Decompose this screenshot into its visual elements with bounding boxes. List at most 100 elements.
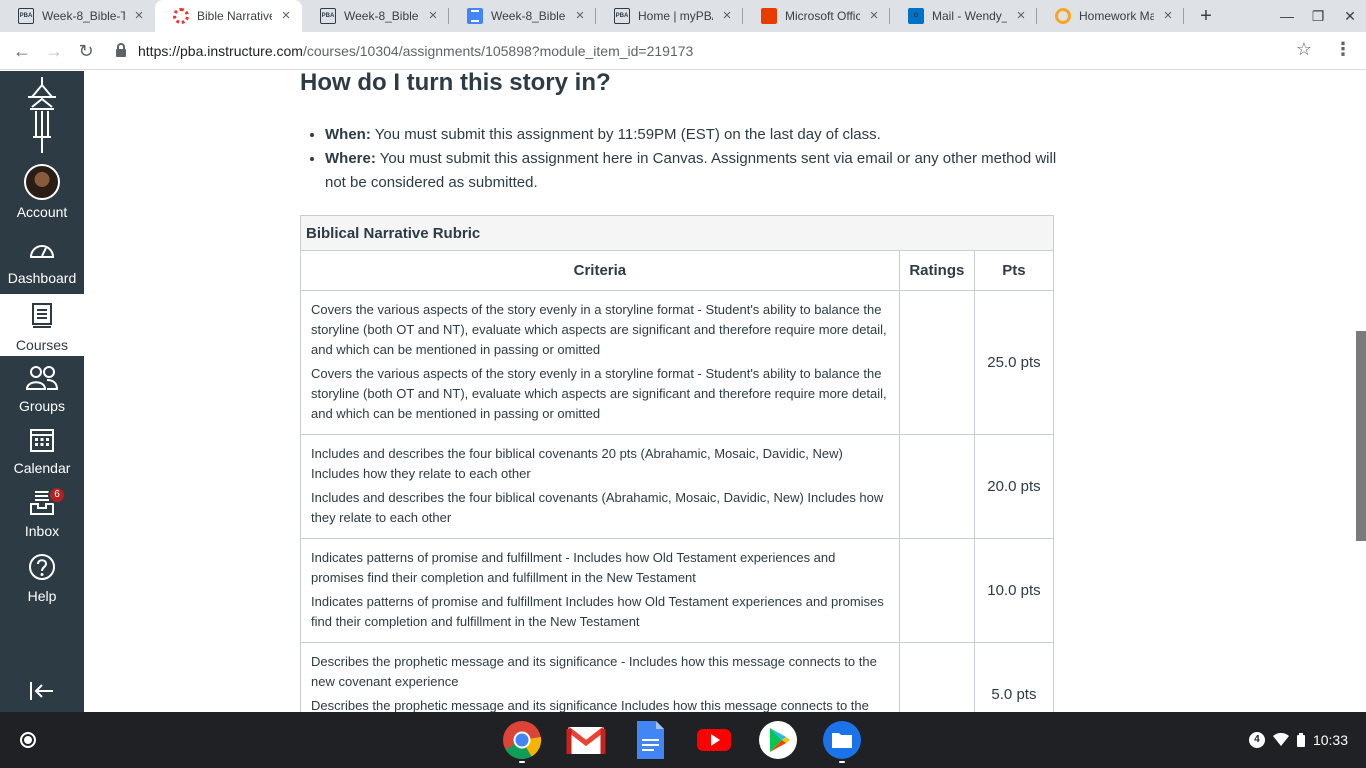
groups-icon	[25, 366, 59, 390]
tab-title: Homework Ma	[1079, 9, 1154, 23]
column-header-pts: Pts	[973, 250, 1055, 291]
google-docs-icon[interactable]	[630, 720, 670, 760]
tab-title: Mail - Wendy_L	[932, 9, 1007, 23]
new-tab-button[interactable]: +	[1196, 4, 1216, 28]
criterion-long-description: Describes the prophetic message and its …	[311, 698, 869, 712]
close-icon[interactable]: ×	[425, 8, 441, 24]
bullet-label: Where:	[325, 150, 376, 167]
table-row: Indicates patterns of promise and fulfil…	[300, 538, 1055, 643]
nav-inbox[interactable]: 6 Inbox	[0, 486, 84, 539]
criterion-cell: Includes and describes the four biblical…	[300, 434, 900, 539]
criterion-description: Covers the various aspects of the story …	[311, 302, 887, 357]
collapse-nav-icon[interactable]	[28, 679, 56, 703]
dashboard-icon	[29, 245, 55, 258]
address-bar[interactable]: https://pba.instructure.com/courses/1030…	[112, 38, 1324, 64]
nav-label: Courses	[15, 337, 69, 353]
scrollbar-thumb[interactable]	[1356, 331, 1366, 541]
close-icon[interactable]: ×	[1160, 8, 1176, 24]
nav-label: Groups	[19, 398, 65, 414]
outlook-icon: O	[908, 8, 924, 24]
close-icon[interactable]: ×	[719, 8, 735, 24]
close-icon[interactable]: ×	[278, 8, 294, 24]
tab-week8-1[interactable]: PBA Week-8_Bible-Te ×	[0, 0, 155, 32]
tab-title: Bible Narrative	[197, 9, 272, 23]
close-icon[interactable]: ×	[866, 8, 882, 24]
canvas-icon	[173, 8, 189, 24]
institution-logo[interactable]	[24, 75, 60, 155]
page-scrollbar[interactable]	[1354, 71, 1366, 712]
rubric-title: Biblical Narrative Rubric	[300, 215, 1054, 251]
criterion-cell: Describes the prophetic message and its …	[300, 642, 900, 712]
restore-button[interactable]: ❐	[1303, 0, 1333, 32]
forward-button[interactable]: →	[42, 39, 66, 63]
list-item: When: You must submit this assignment by…	[325, 123, 1065, 147]
running-indicator	[839, 761, 845, 763]
criterion-description: Indicates patterns of promise and fulfil…	[311, 550, 836, 585]
column-header-ratings: Ratings	[898, 250, 975, 291]
gmail-icon[interactable]	[566, 720, 606, 760]
nav-calendar[interactable]: Calendar	[0, 427, 84, 476]
nav-label: Inbox	[24, 523, 60, 539]
inbox-badge: 6	[48, 486, 66, 504]
url-host: https://pba.instructure.com	[138, 43, 303, 59]
menu-icon[interactable]: ⋮	[1334, 39, 1352, 60]
nav-dashboard[interactable]: Dashboard	[0, 239, 84, 286]
tab-mail[interactable]: O Mail - Wendy_L ×	[890, 0, 1037, 32]
tab-homework[interactable]: Homework Ma ×	[1037, 0, 1184, 32]
close-icon[interactable]: ×	[1013, 8, 1029, 24]
chrome-icon[interactable]	[502, 720, 542, 760]
nav-help[interactable]: Help	[0, 553, 84, 604]
tab-bible-narrative[interactable]: Bible Narrative ×	[155, 0, 302, 32]
list-item: Where: You must submit this assignment h…	[325, 147, 1065, 195]
help-icon	[29, 554, 55, 580]
close-window-button[interactable]: ✕	[1335, 0, 1365, 32]
tab-week8-2[interactable]: PBA Week-8_Bible-Te ×	[302, 0, 449, 32]
play-store-icon[interactable]	[758, 720, 798, 760]
nav-account[interactable]: Account	[0, 164, 84, 220]
homework-icon	[1055, 8, 1071, 24]
table-row: Describes the prophetic message and its …	[300, 642, 1055, 712]
points-cell: 25.0 pts	[973, 290, 1055, 435]
tab-title: Week-8_Bible-Te	[344, 9, 419, 23]
browser-toolbar: ← → ↻ https://pba.instructure.com/course…	[0, 32, 1366, 70]
tab-microsoft-office[interactable]: Microsoft Office ×	[743, 0, 890, 32]
minimize-button[interactable]: —	[1272, 0, 1302, 32]
lock-icon	[116, 43, 126, 57]
tab-separator	[1183, 8, 1184, 24]
nav-courses[interactable]: Courses	[0, 294, 84, 356]
pba-icon: PBA	[18, 8, 34, 24]
tab-mypba[interactable]: PBA Home | myPBA ×	[596, 0, 743, 32]
criterion-long-description: Indicates patterns of promise and fulfil…	[311, 594, 884, 629]
assignment-content: How do I turn this story in? When: You m…	[84, 71, 1354, 712]
clock: 10:33	[1312, 732, 1348, 748]
files-icon[interactable]	[822, 720, 862, 760]
back-button[interactable]: ←	[10, 39, 34, 63]
points-cell: 10.0 pts	[973, 538, 1055, 643]
avatar	[24, 164, 60, 200]
notification-count: 4	[1248, 732, 1265, 748]
rubric-table: Biblical Narrative Rubric Criteria Ratin…	[300, 215, 1055, 712]
criterion-long-description: Covers the various aspects of the story …	[311, 366, 887, 421]
submission-info-list: When: You must submit this assignment by…	[325, 123, 1065, 195]
close-icon[interactable]: ×	[572, 8, 588, 24]
nav-groups[interactable]: Groups	[0, 365, 84, 414]
section-heading: How do I turn this story in?	[300, 71, 611, 96]
status-tray[interactable]: 4 10:33	[1248, 728, 1348, 752]
table-row: Includes and describes the four biblical…	[300, 434, 1055, 539]
table-row: Covers the various aspects of the story …	[300, 290, 1055, 435]
youtube-icon[interactable]	[694, 720, 734, 760]
os-shelf: 4 10:33	[0, 712, 1366, 768]
tab-strip: PBA Week-8_Bible-Te × Bible Narrative × …	[0, 0, 1366, 32]
bullet-text: You must submit this assignment here in …	[325, 150, 1057, 191]
pba-icon: PBA	[614, 8, 630, 24]
running-indicator	[519, 761, 525, 763]
reload-button[interactable]: ↻	[74, 39, 98, 63]
ratings-cell	[898, 538, 975, 643]
bookmark-star-icon[interactable]: ☆	[1296, 39, 1312, 60]
launcher-button[interactable]	[20, 732, 36, 748]
points-cell: 5.0 pts	[973, 642, 1055, 712]
close-icon[interactable]: ×	[131, 8, 147, 24]
tab-week8-docs[interactable]: Week-8_Bible-Te ×	[449, 0, 596, 32]
pba-icon: PBA	[320, 8, 336, 24]
calendar-icon	[30, 429, 54, 452]
